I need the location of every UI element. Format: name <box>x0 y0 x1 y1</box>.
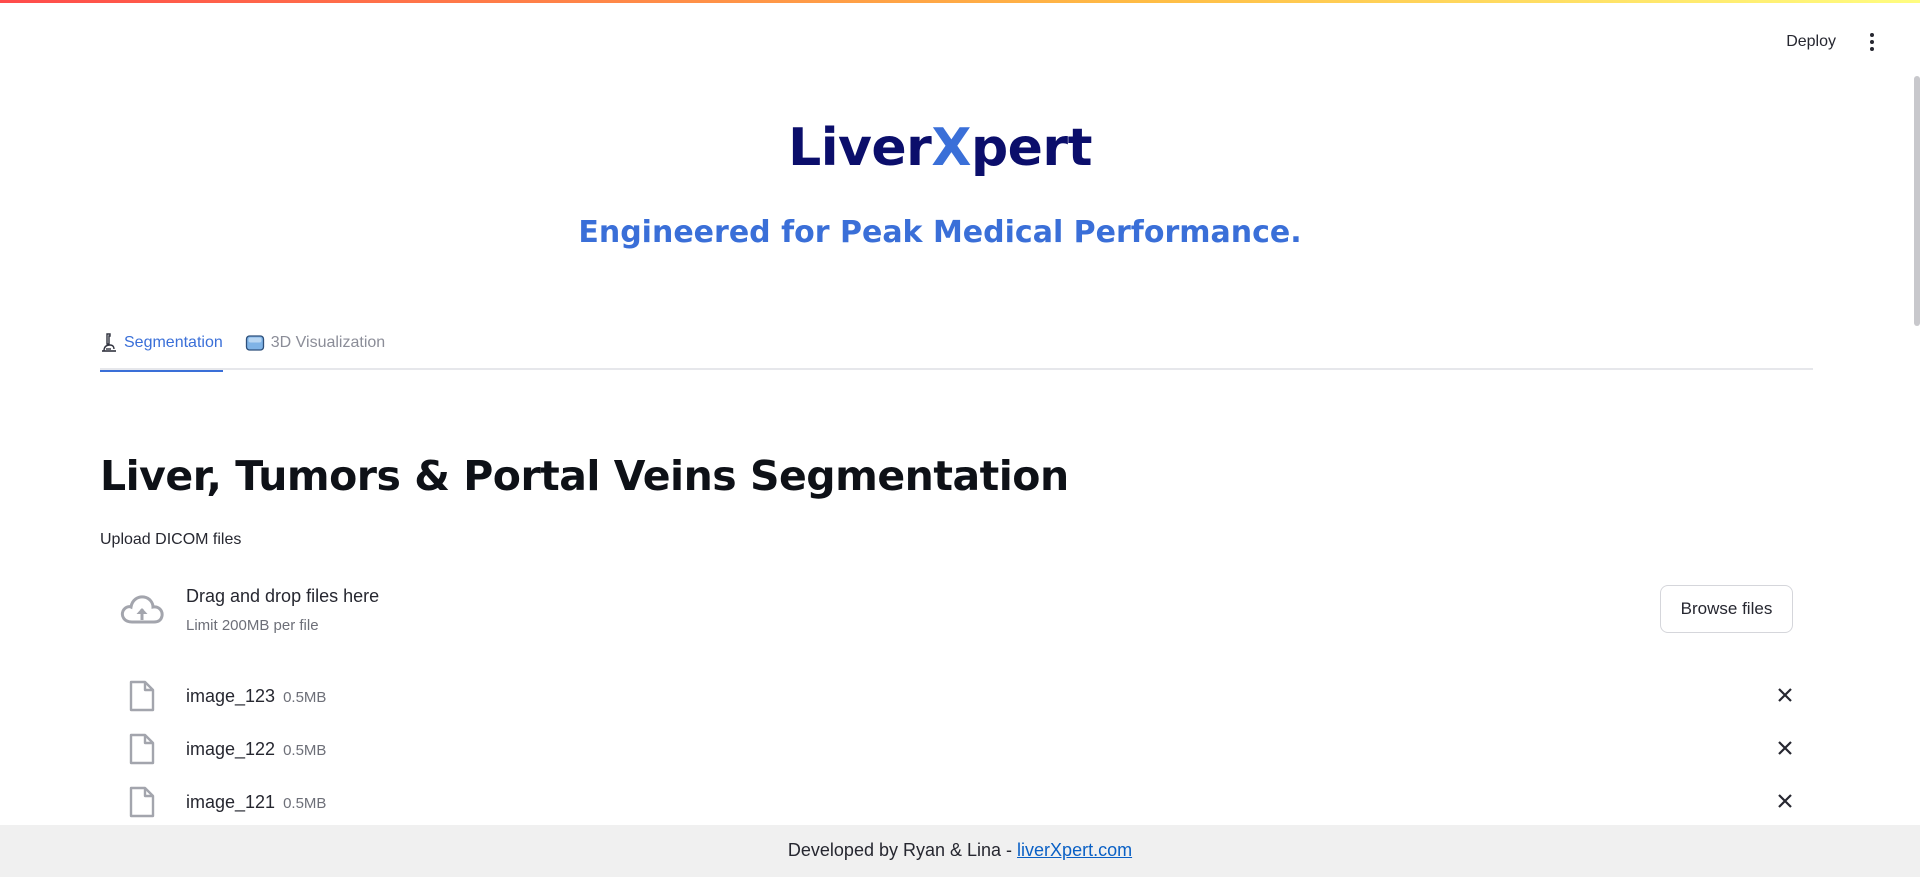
cube-icon <box>245 335 264 351</box>
tab-3d-visualization[interactable]: 3D Visualization <box>245 318 385 370</box>
footer-credit: Developed by Ryan & Lina - <box>787 840 1018 860</box>
dropzone-limit: Limit 200MB per file <box>186 617 319 634</box>
browse-files-button[interactable]: Browse files <box>1660 585 1793 633</box>
app-toolbar: Deploy <box>1786 28 1882 56</box>
scrollbar[interactable] <box>1914 76 1920 326</box>
file-size: 0.5MB <box>283 742 327 759</box>
file-icon <box>129 680 155 712</box>
file-size: 0.5MB <box>283 689 327 706</box>
microscope-icon <box>102 333 116 352</box>
remove-file-button[interactable] <box>1773 737 1797 761</box>
close-icon <box>1778 740 1792 755</box>
file-icon <box>129 786 155 818</box>
file-name: image_121 0.5MB <box>186 792 326 813</box>
cloud-upload-icon <box>120 595 164 624</box>
section-title: Liver, Tumors & Portal Veins Segmentatio… <box>100 452 1069 500</box>
tab-bar: Segmentation 3D Visualization <box>100 318 1813 372</box>
dropzone-instruction: Drag and drop files here <box>186 586 380 606</box>
file-dropzone[interactable]: Drag and drop files here Limit 200MB per… <box>100 572 1813 648</box>
tab-segmentation-label: Segmentation <box>124 334 223 351</box>
app-title: LiverXpert <box>0 118 1880 178</box>
file-size: 0.5MB <box>283 795 327 812</box>
file-icon <box>129 733 155 765</box>
file-row: image_121 0.5MB <box>100 776 1813 829</box>
title-part-x: X <box>931 118 971 178</box>
close-icon <box>1778 687 1792 702</box>
file-name-text: image_123 <box>186 686 276 706</box>
file-row: image_122 0.5MB <box>100 723 1813 776</box>
footer: Developed by Ryan & Lina - liverXpert.co… <box>0 825 1920 877</box>
remove-file-button[interactable] <box>1773 684 1797 708</box>
title-part-liver: Liver <box>788 118 932 178</box>
uploaded-file-list: image_123 0.5MB image_122 0.5MB image_121 0… <box>100 670 1813 829</box>
top-decoration-bar <box>0 0 1920 3</box>
close-icon <box>1778 793 1792 808</box>
file-name-text: image_122 <box>186 739 276 759</box>
footer-website-link[interactable]: liverXpert.com <box>1017 840 1132 860</box>
upload-label: Upload DICOM files <box>100 531 242 548</box>
app-subtitle: Engineered for Peak Medical Performance. <box>578 215 1302 250</box>
deploy-button[interactable]: Deploy <box>1786 33 1836 51</box>
tab-3d-visualization-label: 3D Visualization <box>270 334 386 351</box>
file-name-text: image_121 <box>186 792 276 812</box>
main-menu-icon[interactable] <box>1862 28 1882 56</box>
file-row: image_123 0.5MB <box>100 670 1813 723</box>
tab-segmentation[interactable]: Segmentation <box>100 318 223 372</box>
title-part-pert: pert <box>970 118 1093 178</box>
remove-file-button[interactable] <box>1773 790 1797 814</box>
file-name: image_122 0.5MB <box>186 739 326 760</box>
file-name: image_123 0.5MB <box>186 686 326 707</box>
